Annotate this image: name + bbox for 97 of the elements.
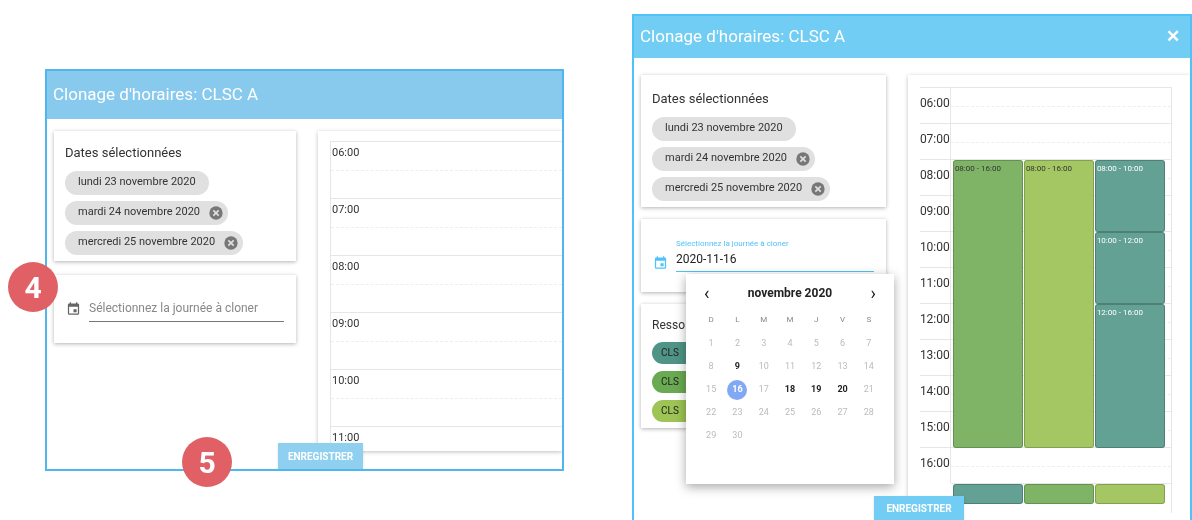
event-time: 10:00 - 12:00 — [1095, 235, 1144, 247]
dialog-title: Clonage d'horaires: CLSC A — [640, 25, 846, 49]
calendar-day[interactable]: 29 — [701, 426, 722, 446]
remove-icon[interactable] — [223, 234, 240, 251]
time-label: 08:00 — [919, 167, 950, 181]
calendar-day[interactable]: 7 — [858, 334, 879, 354]
step-marker: 4 — [8, 262, 58, 312]
time-label: 10:00 — [919, 239, 950, 253]
day-field[interactable]: Sélectionnez la journée à cloner — [89, 295, 284, 322]
calendar-day[interactable]: 8 — [701, 357, 722, 377]
time-label: 14:00 — [919, 383, 950, 397]
calendar-day[interactable]: 21 — [858, 380, 879, 400]
calendar-day[interactable]: 4 — [780, 334, 800, 354]
chip-label: mercredi 25 novembre 2020 — [665, 180, 803, 197]
time-label: 11:00 — [919, 275, 950, 289]
field-label: Sélectionnez la journée à cloner — [676, 238, 790, 250]
chip-label: lundi 23 novembre 2020 — [665, 120, 783, 137]
weekday-label: S — [865, 314, 873, 326]
calendar-day[interactable]: 27 — [832, 403, 853, 423]
calendar-day[interactable]: 12 — [806, 357, 827, 377]
step-marker: 5 — [182, 437, 232, 487]
month-title: novembre 2020 — [747, 285, 833, 302]
calendar-icon — [66, 301, 81, 316]
card-title: Dates sélectionnées — [65, 144, 183, 162]
weekday-label: V — [839, 314, 847, 326]
remove-icon[interactable] — [208, 204, 225, 221]
chip-label: mercredi 25 novembre 2020 — [78, 234, 216, 251]
time-label: 10:00 — [331, 373, 361, 389]
schedule-event[interactable]: 08:00 - 16:00 — [952, 160, 1023, 448]
chip-label: mardi 24 novembre 2020 — [78, 204, 201, 221]
time-label: 07:00 — [331, 202, 361, 218]
weekday-label: J — [813, 314, 820, 326]
time-label: 15:00 — [919, 419, 950, 433]
date-chip[interactable]: mardi 24 novembre 2020 — [65, 200, 229, 225]
remove-icon[interactable] — [810, 180, 827, 197]
schedule-event[interactable]: 12:00 - 16:00 — [1094, 304, 1165, 448]
calendar-day[interactable]: 20 — [832, 380, 853, 400]
date-chip[interactable]: mercredi 25 novembre 2020 — [65, 230, 244, 255]
save-button[interactable]: ENREGISTRER — [278, 443, 363, 469]
calendar-day[interactable]: 30 — [727, 426, 748, 446]
event-time: 08:00 - 16:00 — [953, 163, 1002, 175]
time-label: 06:00 — [331, 145, 361, 161]
calendar-day[interactable]: 5 — [806, 334, 827, 354]
card-title: Dates sélectionnées — [652, 90, 770, 108]
field-value: 2020-11-16 — [676, 251, 738, 268]
calendar-day[interactable]: 18 — [780, 380, 800, 400]
event-time: 12:00 - 16:00 — [1095, 307, 1144, 319]
calendar-day[interactable]: 14 — [858, 357, 879, 377]
schedule-event[interactable]: 10:00 - 12:00 — [1094, 232, 1165, 304]
calendar-day[interactable]: 17 — [753, 380, 774, 400]
time-label: 13:00 — [919, 347, 950, 361]
calendar-day[interactable]: 13 — [832, 357, 853, 377]
weekday-label: M — [785, 314, 795, 326]
event-time: 08:00 - 16:00 — [1024, 163, 1073, 175]
time-label: 07:00 — [919, 131, 950, 145]
save-button[interactable]: ENREGISTRER — [874, 496, 964, 520]
schedule-event[interactable]: 08:00 - 16:00 — [1023, 160, 1094, 448]
weekday-label: M — [759, 314, 769, 326]
calendar-day[interactable]: 16 — [727, 380, 748, 400]
date-chip[interactable]: mardi 24 novembre 2020 — [652, 146, 816, 171]
chip-label: mardi 24 novembre 2020 — [665, 150, 788, 167]
calendar-day[interactable]: 24 — [753, 403, 774, 423]
time-label: 08:00 — [331, 259, 361, 275]
time-label: 11:00 — [331, 430, 361, 446]
time-label: 06:00 — [919, 95, 950, 109]
card-title: Resso — [652, 316, 685, 334]
date-chip[interactable]: lundi 23 novembre 2020 — [652, 116, 796, 141]
time-label: 12:00 — [919, 311, 950, 325]
time-label: 09:00 — [331, 316, 361, 332]
weekday-label: D — [707, 314, 715, 326]
calendar-day[interactable]: 15 — [701, 380, 722, 400]
calendar-day[interactable]: 9 — [727, 357, 748, 377]
calendar-day[interactable]: 19 — [806, 380, 827, 400]
time-label: 16:00 — [919, 455, 950, 469]
calendar-icon — [653, 254, 668, 270]
event-time: 08:00 - 10:00 — [1095, 163, 1144, 175]
calendar-day[interactable]: 23 — [727, 403, 748, 423]
day-field[interactable]: Sélectionnez la journée à cloner 2020-11-16 — [676, 238, 874, 272]
close-button[interactable]: ✕ — [1162, 24, 1184, 50]
chip-label: lundi 23 novembre 2020 — [78, 174, 196, 191]
date-chip[interactable]: lundi 23 novembre 2020 — [65, 170, 209, 195]
calendar-day[interactable]: 26 — [806, 403, 827, 423]
calendar-day[interactable]: 10 — [753, 357, 774, 377]
date-chip[interactable]: mercredi 25 novembre 2020 — [652, 176, 831, 201]
calendar-day[interactable]: 25 — [780, 403, 800, 423]
weekday-label: L — [734, 314, 741, 326]
calendar-day[interactable]: 28 — [858, 403, 879, 423]
calendar-day[interactable]: 2 — [727, 334, 748, 354]
schedule-event[interactable]: 08:00 - 10:00 — [1094, 160, 1165, 232]
calendar-day[interactable]: 3 — [753, 334, 774, 354]
time-label: 09:00 — [919, 203, 950, 217]
schedule-event[interactable] — [952, 484, 1023, 504]
calendar-day[interactable]: 22 — [701, 403, 722, 423]
next-month-button[interactable]: › — [864, 284, 882, 302]
dialog-title: Clonage d'horaires: CLSC A — [53, 83, 259, 107]
remove-icon[interactable] — [795, 150, 812, 167]
previous-month-button[interactable]: ‹ — [698, 284, 716, 302]
